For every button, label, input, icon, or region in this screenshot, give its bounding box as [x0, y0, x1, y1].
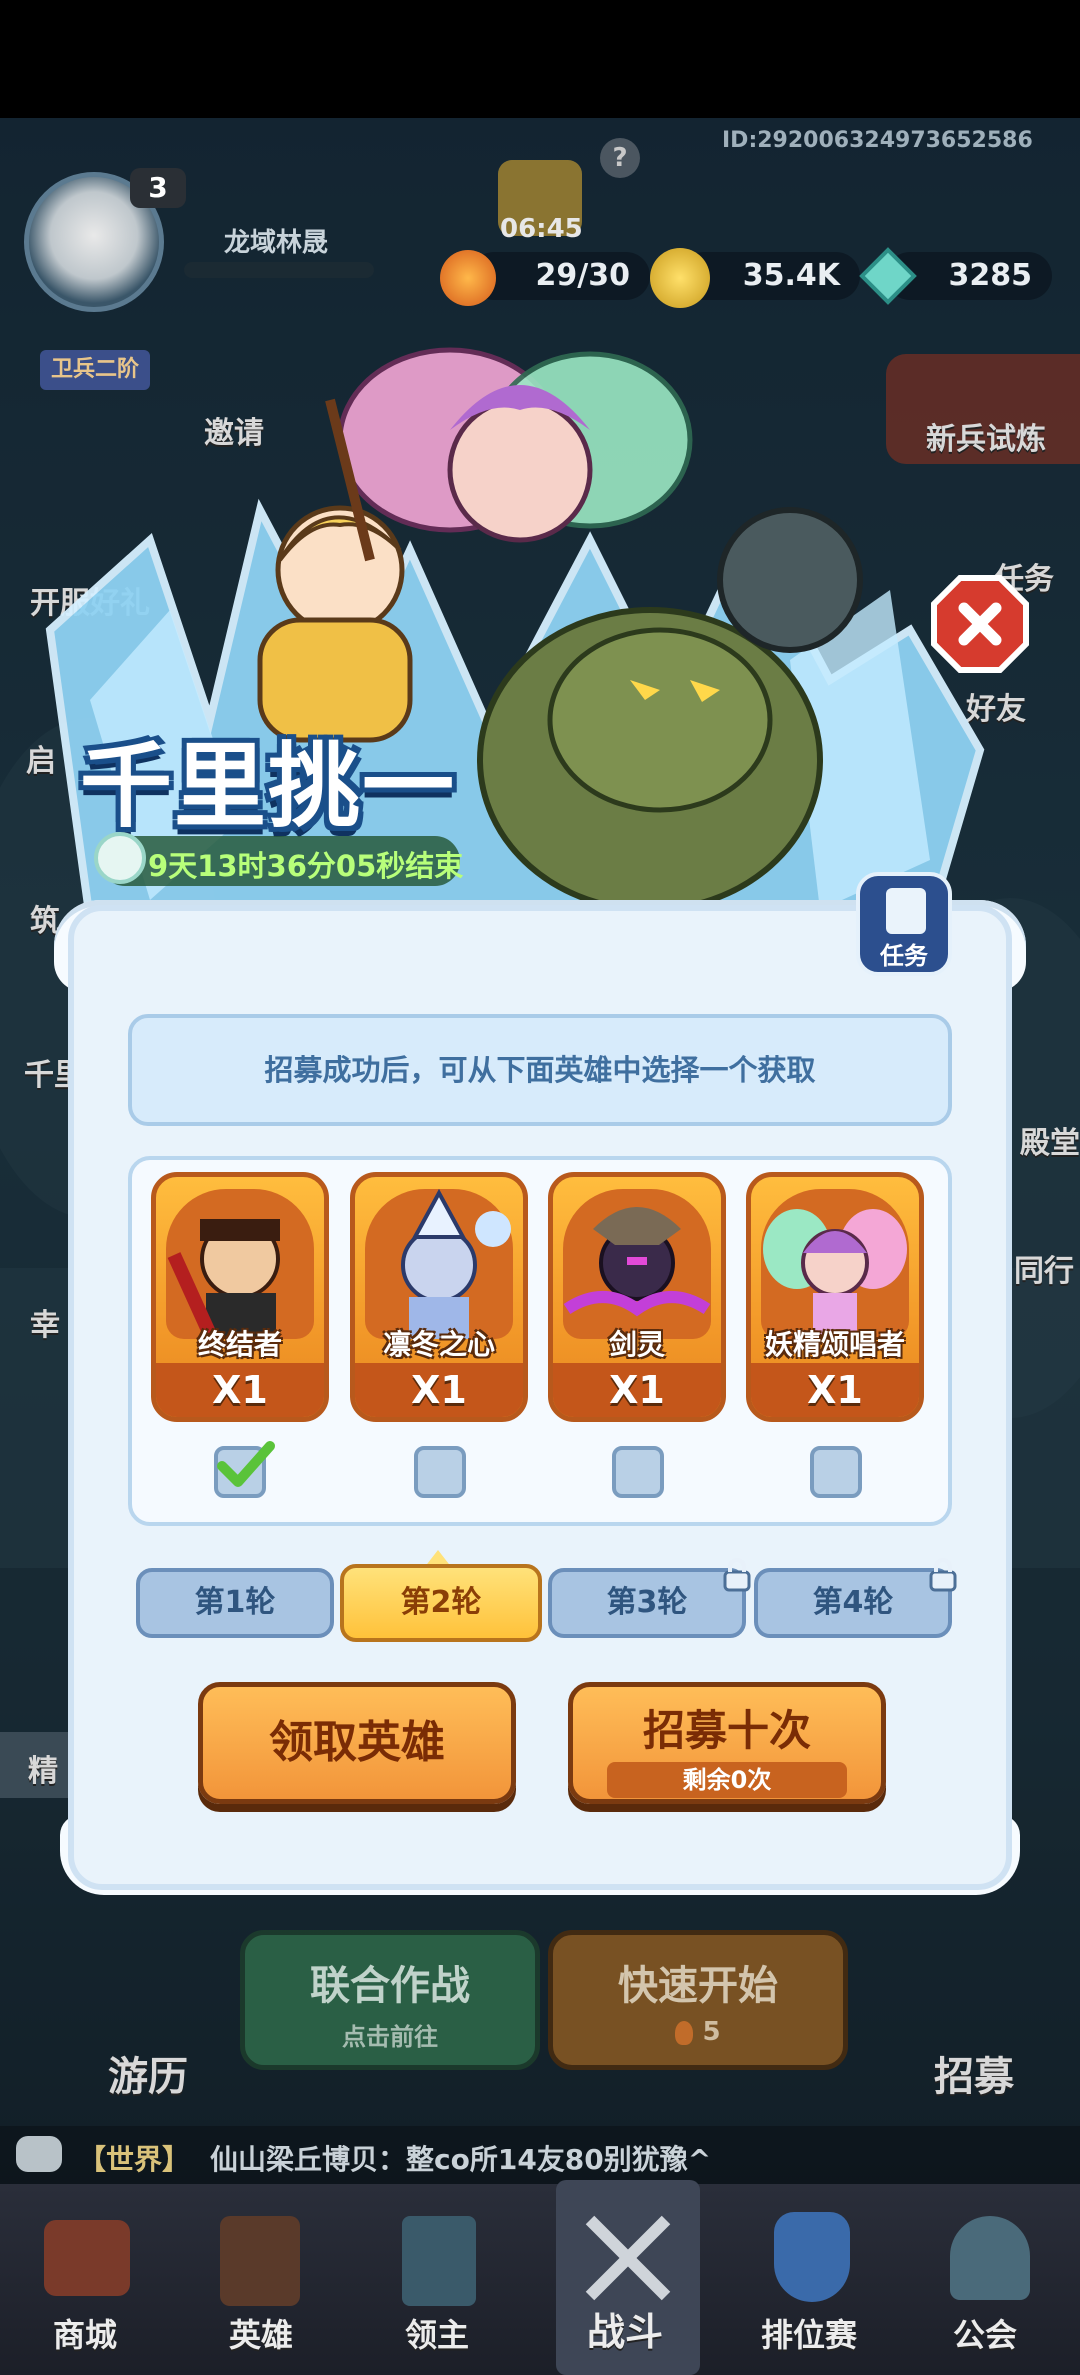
travel-button[interactable]: 游历 — [108, 2044, 188, 2102]
tab-round-1[interactable]: 第1轮 — [136, 1568, 334, 1638]
lock-icon — [723, 1558, 751, 1592]
lock-icon — [929, 1558, 957, 1592]
hero-qty: X1 — [156, 1363, 324, 1417]
stamina-counter[interactable]: 29/30 — [470, 252, 650, 300]
close-icon[interactable] — [930, 574, 1030, 674]
chat-icon[interactable] — [16, 2136, 62, 2172]
side-hall[interactable]: 殿堂 — [1020, 1118, 1080, 1162]
hero-name: 妖精颂唱者 — [764, 1328, 905, 1361]
recruit-ten-button[interactable]: 招募十次 剩余0次 — [568, 1682, 886, 1804]
quick-start-button[interactable]: 快速开始 5 — [548, 1930, 848, 2070]
task-icon — [886, 888, 926, 934]
side-left-6[interactable]: 幸 — [30, 1300, 60, 1344]
claim-hero-button[interactable]: 领取英雄 — [198, 1682, 516, 1804]
stamina-icon — [440, 250, 496, 306]
side-companion[interactable]: 同行 — [1014, 1246, 1074, 1290]
hero-checkbox-2[interactable] — [414, 1446, 466, 1498]
nav-shop[interactable]: 商城 — [0, 2190, 170, 2370]
ranked-shield-icon — [774, 2212, 850, 2302]
battle-swords-icon — [580, 2210, 676, 2306]
claim-hero-label: 领取英雄 — [269, 1717, 445, 1768]
player-level-badge: 3 — [130, 168, 186, 208]
tab-round-3-label: 第3轮 — [606, 1585, 688, 1620]
hero-qty: X1 — [751, 1363, 919, 1417]
hero-checkbox-1[interactable] — [214, 1441, 275, 1498]
gem-icon — [858, 246, 918, 306]
nav-heroes[interactable]: 英雄 — [176, 2190, 346, 2370]
guild-icon — [950, 2216, 1030, 2300]
checkmark-icon — [217, 1441, 275, 1487]
coop-sub: 点击前往 — [342, 2023, 438, 2051]
gold-coin-icon — [650, 248, 710, 308]
hero-checkbox-3[interactable] — [612, 1446, 664, 1498]
event-countdown: 9天13时36分05秒结束 — [148, 849, 464, 883]
clock-icon — [94, 832, 146, 884]
hero-card-winter-heart[interactable]: 凛冬之心 X1 — [350, 1172, 528, 1422]
chat-message: 仙山梁丘博贝：整co所14友80别犹豫^ — [210, 2143, 712, 2176]
tab-round-4-label: 第4轮 — [812, 1585, 894, 1620]
nav-ranked[interactable]: 排位赛 — [724, 2190, 894, 2370]
hero-qty: X1 — [553, 1363, 721, 1417]
tab-round-4[interactable]: 第4轮 — [754, 1558, 957, 1638]
recruit-ten-label: 招募十次 — [642, 1706, 811, 1755]
timer-badge: 06:45 — [500, 214, 583, 244]
nav-battle[interactable]: 战斗 — [540, 2190, 710, 2370]
chat-channel: 【世界】 — [78, 2143, 191, 2176]
task-label: 任务 — [880, 942, 928, 970]
event-title: 千里挑一 — [80, 733, 457, 840]
help-icon[interactable]: ? — [600, 138, 640, 178]
recruit-remaining: 剩余0次 — [607, 1762, 847, 1798]
hero-name: 终结者 — [197, 1328, 282, 1361]
hero-card-sword-spirit[interactable]: 剑灵 X1 — [548, 1172, 726, 1422]
quick-cost: 5 — [553, 2017, 843, 2047]
flame-icon — [675, 2020, 694, 2045]
hero-name: 剑灵 — [608, 1328, 665, 1361]
tab-round-3[interactable]: 第3轮 — [548, 1558, 751, 1638]
quick-cost-value: 5 — [702, 2017, 721, 2047]
tab-round-2[interactable]: 第2轮 — [340, 1564, 542, 1642]
hero-name: 凛冬之心 — [382, 1328, 495, 1361]
player-name: 龙域林晟 — [224, 228, 329, 258]
hero-card-fairy-singer[interactable]: 妖精颂唱者 X1 — [746, 1172, 924, 1422]
lord-icon — [402, 2216, 476, 2306]
task-button[interactable]: 任务 — [856, 872, 952, 976]
quick-title: 快速开始 — [618, 1963, 778, 2009]
player-exp-bar — [184, 262, 374, 278]
hero-checkbox-4[interactable] — [810, 1446, 862, 1498]
hero-qty: X1 — [355, 1363, 523, 1417]
hero-card-terminator[interactable]: 终结者 X1 — [151, 1172, 329, 1422]
recruit-hall-button[interactable]: 招募 — [934, 2044, 1014, 2102]
player-id: ID:292006324973652586 — [722, 128, 1033, 153]
shop-icon — [44, 2220, 130, 2296]
coop-battle-button[interactable]: 联合作战 点击前往 — [240, 1930, 540, 2070]
coop-title: 联合作战 — [310, 1963, 470, 2009]
heroes-icon — [220, 2216, 300, 2306]
recruit-info: 招募成功后，可从下面英雄中选择一个获取 — [128, 1014, 952, 1126]
nav-guild[interactable]: 公会 — [900, 2190, 1070, 2370]
nav-lord[interactable]: 领主 — [352, 2190, 522, 2370]
